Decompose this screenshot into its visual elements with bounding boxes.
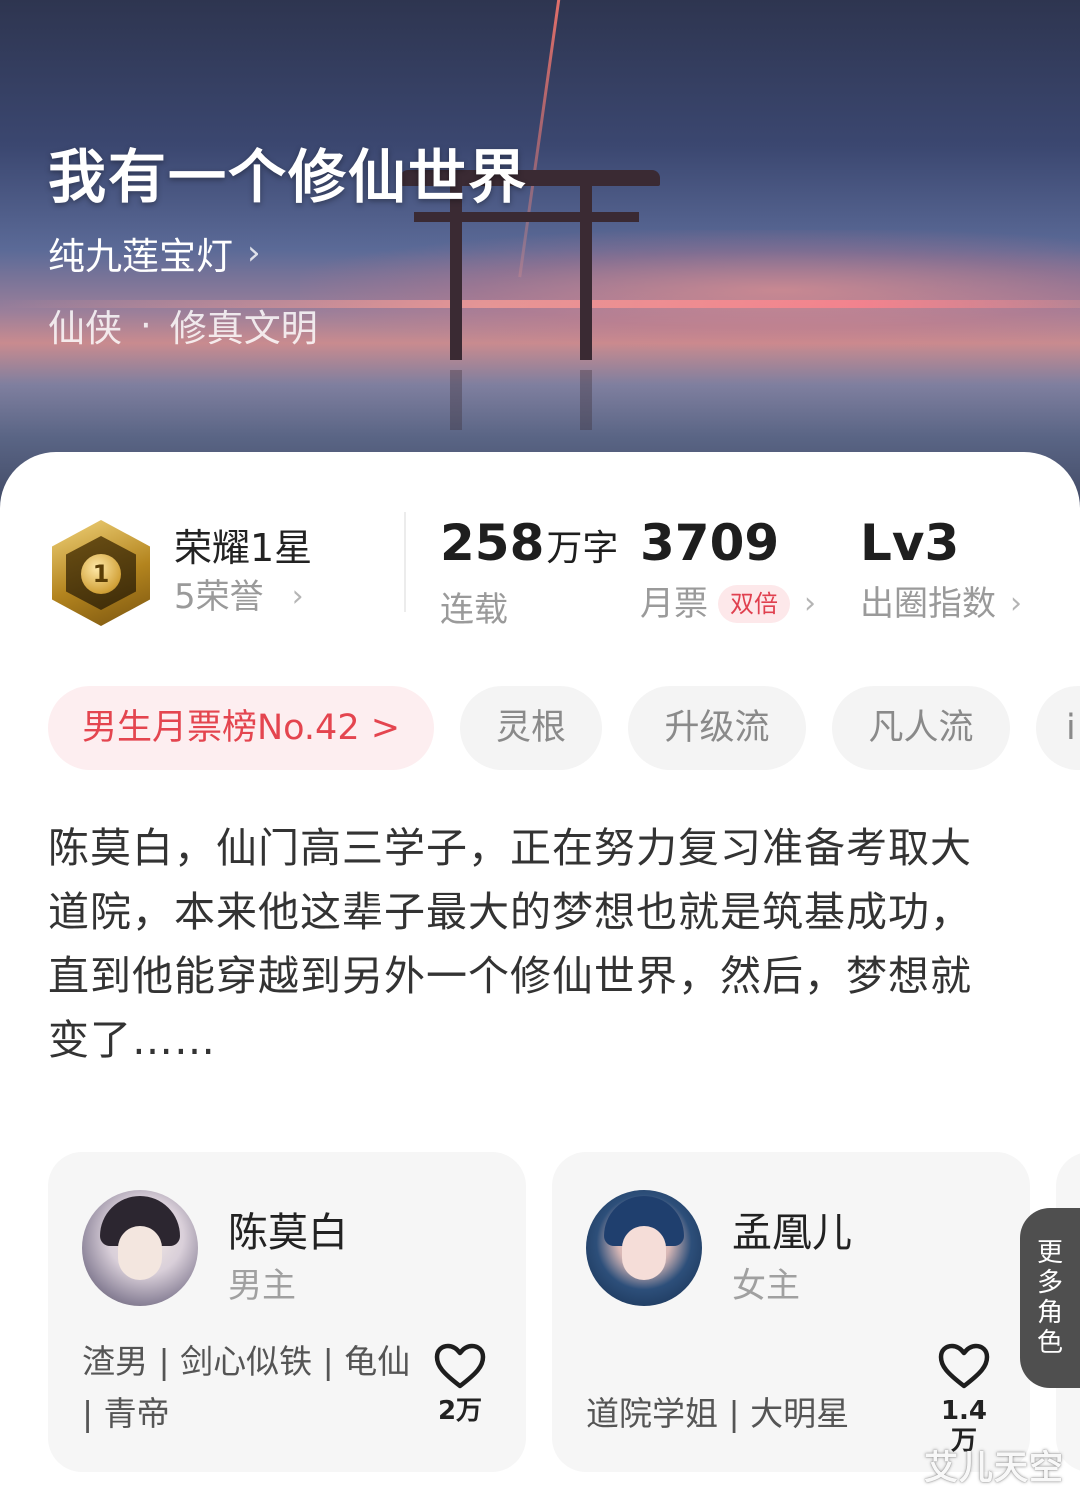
- words-unit: 万字: [546, 528, 619, 569]
- tag-row: 男生月票榜No.42 > 灵根 升级流 凡人流 i: [48, 686, 1080, 772]
- book-title: 我有一个修仙世界: [48, 143, 529, 211]
- like-button[interactable]: 1.4万: [934, 1342, 994, 1456]
- character-card[interactable]: 孟凰儿 女主 道院学姐 | 大明星 1.4万: [552, 1152, 1030, 1472]
- more-roles-char: 角: [1036, 1298, 1063, 1328]
- more-roles-button[interactable]: 更 多 角 色: [1020, 1208, 1080, 1388]
- hero-banner: 我有一个修仙世界 纯九莲宝灯 › 仙侠 · 修真文明: [0, 0, 1080, 520]
- tickets-label: 月票: [640, 584, 708, 624]
- more-roles-char: 色: [1036, 1328, 1063, 1358]
- author-link[interactable]: 纯九莲宝灯 ›: [48, 226, 261, 280]
- words-value: 258: [440, 514, 545, 572]
- stats-divider: [404, 512, 406, 612]
- like-button[interactable]: 2万: [430, 1342, 490, 1426]
- medal-number: 1: [81, 554, 121, 594]
- chevron-right-icon: ›: [804, 586, 816, 621]
- character-tags: 渣男 | 剑心似铁 | 龟仙 | 青帝: [82, 1342, 411, 1433]
- tag-linggen[interactable]: 灵根: [460, 686, 602, 770]
- avatar: [82, 1190, 198, 1306]
- character-name: 陈莫白: [228, 1210, 348, 1256]
- chevron-right-icon: ›: [1010, 586, 1022, 621]
- chevron-right-icon: ›: [291, 579, 304, 614]
- honor-count: 5荣誉: [174, 577, 264, 617]
- words-label: 连载: [440, 590, 508, 630]
- character-role: 女主: [732, 1266, 800, 1306]
- avatar: [586, 1190, 702, 1306]
- index-label: 出圈指数: [860, 584, 996, 624]
- tickets-value: 3709: [640, 514, 780, 572]
- character-name: 孟凰儿: [732, 1210, 852, 1256]
- character-card[interactable]: 陈莫白 男主 渣男 | 剑心似铁 | 龟仙 | 青帝 2万: [48, 1152, 526, 1472]
- like-count: 2万: [437, 1396, 483, 1426]
- synopsis-text[interactable]: 陈莫白，仙门高三学子，正在努力复习准备考取大道院，本来他这辈子最大的梦想也就是筑…: [48, 816, 1008, 1072]
- character-tags: 道院学姐 | 大明星: [586, 1394, 850, 1433]
- stat-words: 258 万字 连载: [440, 512, 618, 640]
- double-badge: 双倍: [718, 585, 790, 623]
- tag-rank[interactable]: 男生月票榜No.42 >: [48, 686, 434, 770]
- genre-main: 仙侠: [48, 307, 122, 350]
- heart-outline-icon: [434, 1343, 486, 1389]
- heart-outline-icon: [938, 1343, 990, 1389]
- stat-breakout-index[interactable]: Lv3 出圈指数 ›: [860, 512, 1022, 634]
- author-name: 纯九莲宝灯: [48, 235, 233, 278]
- stat-monthly-tickets[interactable]: 3709 月票 双倍 ›: [640, 512, 816, 634]
- more-roles-char: 多: [1036, 1268, 1063, 1298]
- honor-medal-icon: 1: [52, 520, 150, 626]
- tag-more[interactable]: i: [1036, 686, 1080, 770]
- honor-level: 荣耀1星: [174, 526, 313, 570]
- genre-separator: ·: [140, 303, 152, 347]
- chevron-right-icon: ›: [247, 233, 261, 273]
- index-value: Lv3: [860, 514, 960, 572]
- honor-block[interactable]: 1 荣耀1星 5荣誉 ›: [52, 520, 312, 626]
- genre-sub: 修真文明: [169, 307, 318, 350]
- tag-upgrade[interactable]: 升级流: [628, 686, 806, 770]
- more-roles-char: 更: [1036, 1238, 1063, 1268]
- tag-mortal[interactable]: 凡人流: [832, 686, 1010, 770]
- watermark: 艾儿天空: [924, 1448, 1064, 1488]
- character-role: 男主: [228, 1266, 296, 1306]
- genre-line: 仙侠 · 修真文明: [48, 298, 318, 352]
